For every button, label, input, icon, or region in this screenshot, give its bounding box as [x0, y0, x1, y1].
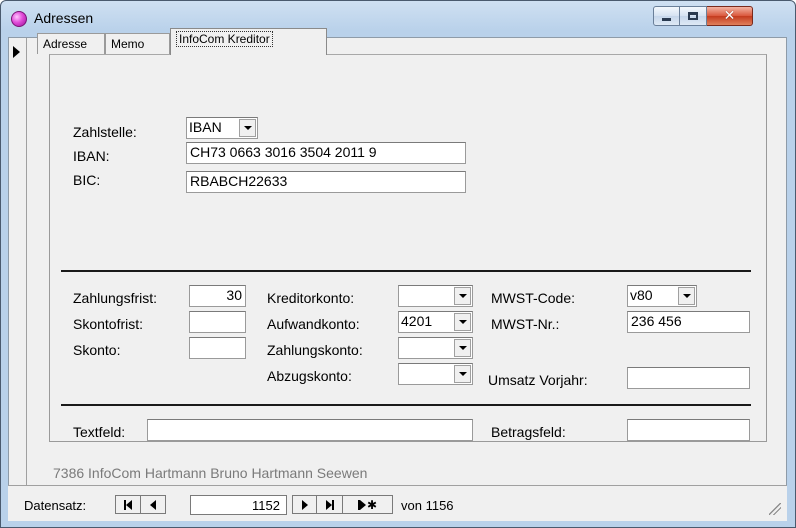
zahlungskonto-label: Zahlungskonto:: [267, 342, 363, 358]
navigation-label: Datensatz:: [24, 498, 87, 513]
aufwandkonto-label: Aufwandkonto:: [267, 316, 360, 332]
umsatz-vorjahr-label: Umsatz Vorjahr:: [488, 372, 588, 388]
kreditorkonto-combo[interactable]: [398, 285, 473, 307]
textfeld-label: Textfeld:: [73, 424, 126, 440]
close-icon: ✕: [723, 8, 736, 24]
kreditorkonto-dropdown-button[interactable]: [454, 287, 471, 305]
chevron-down-icon: [458, 346, 467, 350]
record-navigation-bar: Datensatz: 1152 ✱ von 1156: [8, 486, 787, 521]
betragsfeld-field[interactable]: [627, 419, 750, 441]
window-title: Adressen: [34, 10, 94, 26]
skontofrist-field[interactable]: [189, 311, 246, 333]
umsatz-vorjahr-field[interactable]: [627, 367, 750, 389]
abzugskonto-dropdown-button[interactable]: [454, 365, 471, 383]
record-count: von 1156: [401, 498, 454, 513]
mwst-code-dropdown-button[interactable]: [678, 287, 695, 305]
textfeld-field[interactable]: [147, 419, 473, 441]
iban-field[interactable]: CH73 0663 3016 3504 2011 9: [186, 142, 466, 164]
zahlstelle-dropdown-button[interactable]: [239, 119, 256, 137]
next-record-button[interactable]: [292, 495, 317, 514]
title-bar[interactable]: Adressen ✕: [1, 1, 795, 37]
previous-record-icon: [150, 499, 156, 510]
skontofrist-label: Skontofrist:: [73, 316, 144, 332]
zahlungsfrist-field[interactable]: 30: [189, 285, 246, 307]
bic-label: BIC:: [73, 172, 101, 188]
tab-adresse[interactable]: Adresse: [37, 33, 105, 54]
tab-memo[interactable]: Memo: [105, 33, 170, 54]
abzugskonto-combo[interactable]: [398, 363, 473, 385]
section-divider-bottom: [61, 404, 751, 406]
chevron-down-icon: [458, 372, 467, 376]
first-record-button[interactable]: [115, 495, 141, 514]
next-record-icon: [301, 499, 308, 510]
maximize-button[interactable]: [680, 6, 707, 26]
current-record-field[interactable]: 1152: [190, 495, 287, 515]
mwst-code-value: v80: [630, 287, 653, 303]
record-summary: 7386 InfoCom Hartmann Bruno Hartmann See…: [53, 465, 368, 481]
maximize-icon: [688, 12, 698, 20]
aufwandkonto-value: 4201: [401, 313, 433, 329]
last-record-button[interactable]: [317, 495, 343, 514]
resize-grip-icon[interactable]: [769, 503, 781, 515]
mwst-nr-field[interactable]: 236 456: [627, 311, 750, 333]
section-divider-top: [61, 270, 751, 272]
betragsfeld-label: Betragsfeld:: [491, 424, 566, 440]
chevron-down-icon: [458, 320, 467, 324]
tab-infocom-kreditor-label: InfoCom Kreditor: [176, 31, 273, 47]
skonto-field[interactable]: [189, 337, 246, 359]
first-record-icon: [124, 499, 132, 510]
mwst-code-combo[interactable]: v80: [627, 285, 697, 307]
zahlstelle-combo[interactable]: IBAN: [186, 117, 258, 139]
aufwandkonto-dropdown-button[interactable]: [454, 313, 471, 331]
abzugskonto-label: Abzugskonto:: [267, 368, 352, 384]
app-icon[interactable]: [11, 11, 27, 27]
new-record-button[interactable]: ✱: [343, 495, 393, 514]
minimize-button[interactable]: [653, 6, 680, 26]
tab-infocom-kreditor[interactable]: InfoCom Kreditor: [170, 28, 327, 55]
mwst-code-label: MWST-Code:: [491, 290, 576, 306]
skonto-label: Skonto:: [73, 342, 121, 358]
aufwandkonto-combo[interactable]: 4201: [398, 311, 473, 333]
chevron-down-icon: [682, 294, 691, 298]
bic-field[interactable]: RBABCH22633: [186, 171, 466, 193]
zahlungskonto-combo[interactable]: [398, 337, 473, 359]
adressen-window: Adressen ✕ Adresse Memo InfoCom Kreditor…: [0, 0, 796, 528]
close-button[interactable]: ✕: [707, 6, 753, 26]
previous-record-button[interactable]: [141, 495, 166, 514]
record-selector[interactable]: [9, 38, 27, 486]
chevron-down-icon: [458, 294, 467, 298]
kreditorkonto-label: Kreditorkonto:: [267, 290, 355, 306]
iban-label: IBAN:: [73, 148, 110, 164]
minimize-icon: [662, 18, 671, 21]
last-record-icon: [325, 499, 334, 510]
zahlstelle-value: IBAN: [189, 119, 222, 135]
zahlstelle-label: Zahlstelle:: [73, 124, 137, 140]
mwst-nr-label: MWST-Nr.:: [491, 316, 560, 332]
record-selector-arrow-icon: [13, 46, 20, 58]
chevron-down-icon: [243, 126, 252, 130]
zahlungskonto-dropdown-button[interactable]: [454, 339, 471, 357]
zahlungsfrist-label: Zahlungsfrist:: [73, 290, 158, 306]
new-record-icon: ✱: [357, 499, 377, 511]
